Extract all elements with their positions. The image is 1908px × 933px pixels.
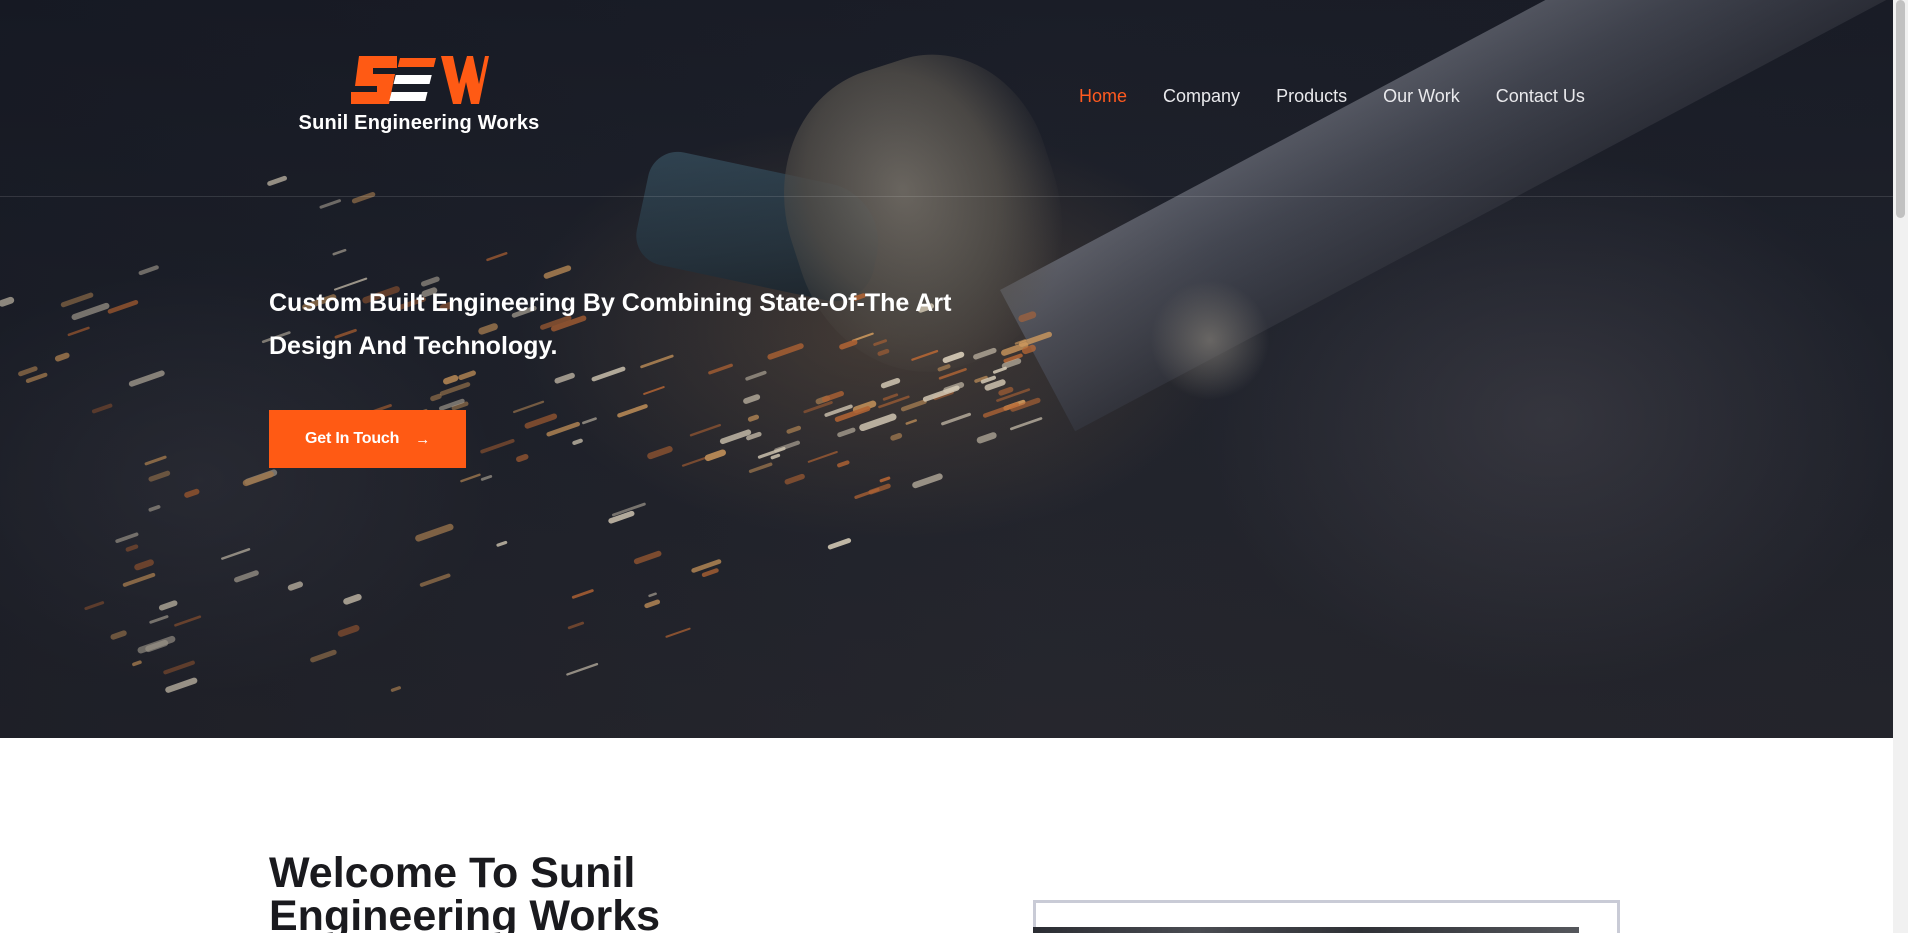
nav-item-our-work[interactable]: Our Work bbox=[1365, 84, 1478, 108]
nav-item-company[interactable]: Company bbox=[1145, 84, 1258, 108]
nav-item-home[interactable]: Home bbox=[1079, 84, 1145, 108]
welcome-heading: Welcome To Sunil Engineering Works bbox=[269, 849, 661, 933]
nav-item-contact-us[interactable]: Contact Us bbox=[1478, 84, 1603, 108]
arrow-right-icon: → bbox=[415, 430, 430, 448]
sew-logo-icon bbox=[351, 56, 489, 104]
page-scrollbar[interactable] bbox=[1893, 0, 1908, 933]
welcome-image bbox=[1033, 927, 1579, 933]
site-logo[interactable]: Sunil Engineering Works bbox=[297, 54, 541, 135]
get-in-touch-label: Get In Touch bbox=[305, 430, 400, 447]
get-in-touch-button[interactable]: Get In Touch → bbox=[269, 410, 466, 468]
scrollbar-thumb[interactable] bbox=[1896, 0, 1905, 218]
brand-name: Sunil Engineering Works bbox=[298, 112, 540, 134]
hero-title: Custom Built Engineering By Combining St… bbox=[269, 289, 952, 360]
main-nav: Home Company Products Our Work Contact U… bbox=[1079, 84, 1603, 108]
welcome-image-frame bbox=[1033, 900, 1620, 933]
nav-item-products[interactable]: Products bbox=[1258, 84, 1365, 108]
site-header: Sunil Engineering Works Home Company Pro… bbox=[0, 0, 1893, 197]
